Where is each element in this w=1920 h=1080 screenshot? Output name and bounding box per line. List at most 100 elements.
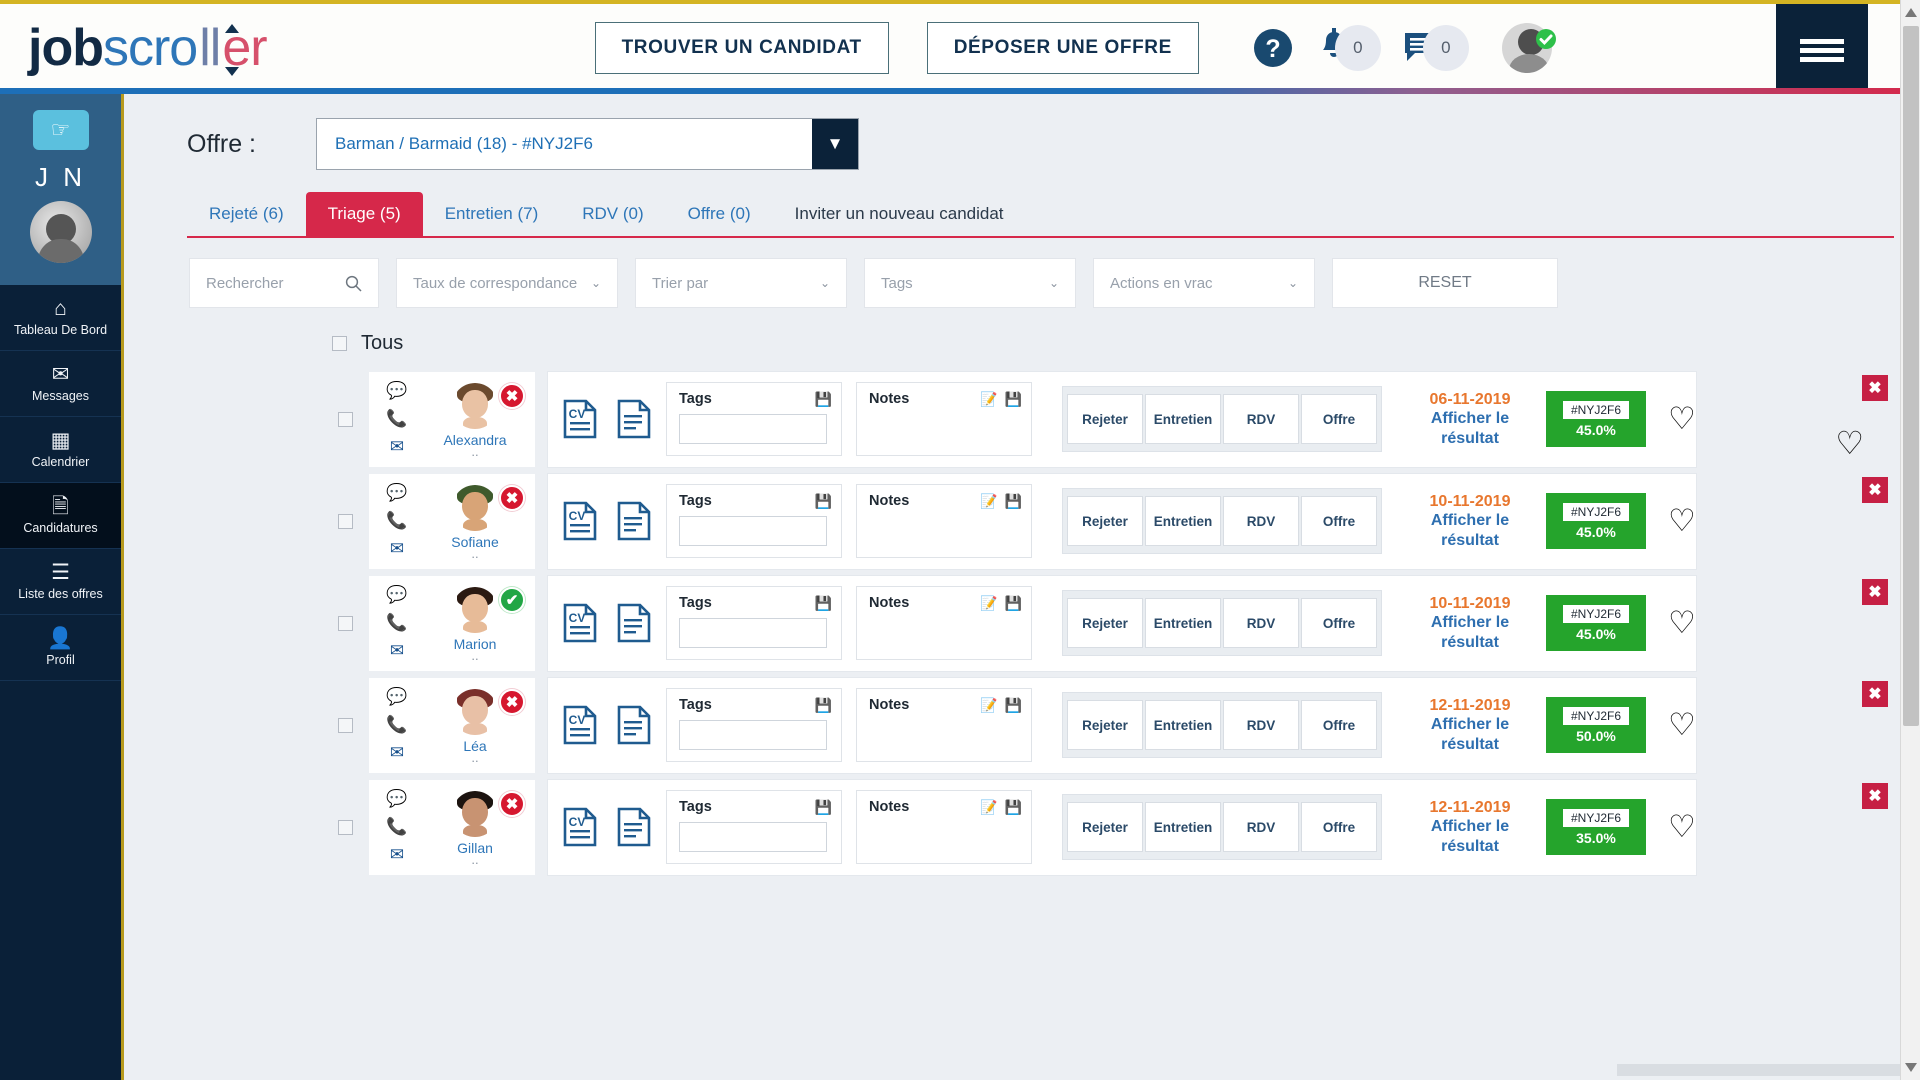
- tags-input[interactable]: [679, 414, 827, 444]
- action-offre-button[interactable]: Offre: [1301, 598, 1377, 648]
- action-offre-button[interactable]: Offre: [1301, 496, 1377, 546]
- phone-icon[interactable]: 📞: [386, 613, 407, 633]
- save-icon[interactable]: 💾: [1005, 595, 1022, 612]
- action-entretien-button[interactable]: Entretien: [1145, 394, 1221, 444]
- sidebar-item-liste-des-offres[interactable]: ☰ Liste des offres: [0, 549, 121, 615]
- action-rdv-button[interactable]: RDV: [1223, 802, 1299, 852]
- candidate-status-badge[interactable]: ✖: [499, 382, 525, 409]
- candidate-checkbox[interactable]: [337, 411, 353, 427]
- edit-icon[interactable]: 📝: [980, 391, 997, 408]
- show-result-link[interactable]: Afficher le résultat: [1406, 511, 1534, 550]
- action-offre-button[interactable]: Offre: [1301, 394, 1377, 444]
- notifications-button[interactable]: 0: [1317, 25, 1381, 71]
- action-offre-button[interactable]: Offre: [1301, 802, 1377, 852]
- action-rdv-button[interactable]: RDV: [1223, 394, 1299, 444]
- profile-avatar-button[interactable]: [1501, 22, 1556, 74]
- envelope-icon[interactable]: ✉: [390, 845, 404, 865]
- action-rejeter-button[interactable]: Rejeter: [1067, 700, 1143, 750]
- save-icon[interactable]: 💾: [815, 493, 832, 510]
- app-logo[interactable]: job scro ll er: [28, 22, 268, 76]
- messages-button[interactable]: 0: [1403, 25, 1469, 71]
- action-rejeter-button[interactable]: Rejeter: [1067, 598, 1143, 648]
- horizontal-scrollbar[interactable]: [1617, 1064, 1900, 1076]
- select-all-checkbox[interactable]: [332, 336, 347, 351]
- chat-icon[interactable]: 💬: [386, 687, 407, 707]
- edit-icon[interactable]: 📝: [980, 697, 997, 714]
- sort-dropdown[interactable]: Trier par ⌄: [635, 258, 847, 308]
- candidate-avatar[interactable]: [452, 485, 498, 531]
- cv-document-icon[interactable]: CV: [562, 705, 598, 745]
- match-rate-dropdown[interactable]: Taux de correspondance ⌄: [396, 258, 618, 308]
- candidate-status-badge[interactable]: ✖: [499, 688, 525, 715]
- candidate-checkbox[interactable]: [337, 513, 353, 529]
- sidebar-item-calendrier[interactable]: ▦ Calendrier: [0, 417, 121, 483]
- action-entretien-button[interactable]: Entretien: [1145, 700, 1221, 750]
- cv-document-icon[interactable]: CV: [562, 807, 598, 847]
- show-result-link[interactable]: Afficher le résultat: [1406, 613, 1534, 652]
- action-entretien-button[interactable]: Entretien: [1145, 496, 1221, 546]
- envelope-icon[interactable]: ✉: [390, 743, 404, 763]
- show-result-link[interactable]: Afficher le résultat: [1406, 715, 1534, 754]
- tab-entretien[interactable]: Entretien (7): [423, 192, 561, 236]
- phone-icon[interactable]: 📞: [386, 511, 407, 531]
- remove-candidate-button[interactable]: ✖: [1862, 375, 1888, 401]
- chat-icon[interactable]: 💬: [386, 483, 407, 503]
- save-icon[interactable]: 💾: [815, 799, 832, 816]
- chevron-down-icon[interactable]: ▼: [812, 119, 859, 169]
- search-field[interactable]: Rechercher: [189, 258, 379, 308]
- chat-icon[interactable]: 💬: [386, 585, 407, 605]
- action-offre-button[interactable]: Offre: [1301, 700, 1377, 750]
- find-candidate-button[interactable]: TROUVER UN CANDIDAT: [594, 22, 889, 74]
- action-entretien-button[interactable]: Entretien: [1145, 598, 1221, 648]
- save-icon[interactable]: 💾: [1005, 391, 1022, 408]
- edit-icon[interactable]: 📝: [980, 595, 997, 612]
- tab-offre[interactable]: Offre (0): [666, 192, 773, 236]
- bulk-actions-dropdown[interactable]: Actions en vrac ⌄: [1093, 258, 1315, 308]
- edit-icon[interactable]: 📝: [980, 799, 997, 816]
- save-icon[interactable]: 💾: [1005, 799, 1022, 816]
- sidebar-item-profil[interactable]: 👤 Profil: [0, 615, 121, 681]
- candidate-avatar[interactable]: [452, 383, 498, 429]
- save-icon[interactable]: 💾: [815, 697, 832, 714]
- candidate-checkbox[interactable]: [337, 717, 353, 733]
- remove-candidate-button[interactable]: ✖: [1862, 681, 1888, 707]
- save-icon[interactable]: 💾: [815, 391, 832, 408]
- edit-icon[interactable]: 📝: [980, 493, 997, 510]
- reset-button[interactable]: RESET: [1332, 258, 1558, 308]
- tab-inviter-candidat[interactable]: Inviter un nouveau candidat: [773, 192, 1026, 236]
- candidate-avatar[interactable]: [452, 689, 498, 735]
- search-icon[interactable]: [345, 275, 362, 292]
- cover-letter-icon[interactable]: [616, 807, 652, 847]
- envelope-icon[interactable]: ✉: [390, 539, 404, 559]
- favorite-icon[interactable]: ♡: [1668, 503, 1696, 539]
- candidate-checkbox[interactable]: [337, 819, 353, 835]
- phone-icon[interactable]: 📞: [386, 715, 407, 735]
- remove-candidate-button[interactable]: ✖: [1862, 579, 1888, 605]
- tab-rejete[interactable]: Rejeté (6): [187, 192, 306, 236]
- remove-candidate-button[interactable]: ✖: [1862, 783, 1888, 809]
- tab-triage[interactable]: Triage (5): [305, 192, 423, 236]
- save-icon[interactable]: 💾: [1005, 697, 1022, 714]
- tags-input[interactable]: [679, 720, 827, 750]
- save-icon[interactable]: 💾: [815, 595, 832, 612]
- action-rdv-button[interactable]: RDV: [1223, 496, 1299, 546]
- cv-document-icon[interactable]: CV: [562, 399, 598, 439]
- action-rdv-button[interactable]: RDV: [1223, 700, 1299, 750]
- hamburger-menu-button[interactable]: [1776, 4, 1868, 96]
- candidate-checkbox[interactable]: [337, 615, 353, 631]
- pointer-hand-icon[interactable]: ☞: [32, 110, 89, 150]
- sidebar-item-messages[interactable]: ✉ Messages: [0, 351, 121, 417]
- tags-input[interactable]: [679, 516, 827, 546]
- tab-rdv[interactable]: RDV (0): [560, 192, 665, 236]
- favorite-icon[interactable]: ♡: [1668, 707, 1696, 743]
- chat-icon[interactable]: 💬: [386, 789, 407, 809]
- action-entretien-button[interactable]: Entretien: [1145, 802, 1221, 852]
- phone-icon[interactable]: 📞: [386, 817, 407, 837]
- scrollbar-thumb[interactable]: [1903, 26, 1919, 726]
- cover-letter-icon[interactable]: [616, 603, 652, 643]
- help-button[interactable]: ?: [1251, 26, 1295, 70]
- save-icon[interactable]: 💾: [1005, 493, 1022, 510]
- action-rejeter-button[interactable]: Rejeter: [1067, 802, 1143, 852]
- tags-input[interactable]: [679, 822, 827, 852]
- sidebar-item-candidatures[interactable]: 🗎 Candidatures: [0, 483, 121, 549]
